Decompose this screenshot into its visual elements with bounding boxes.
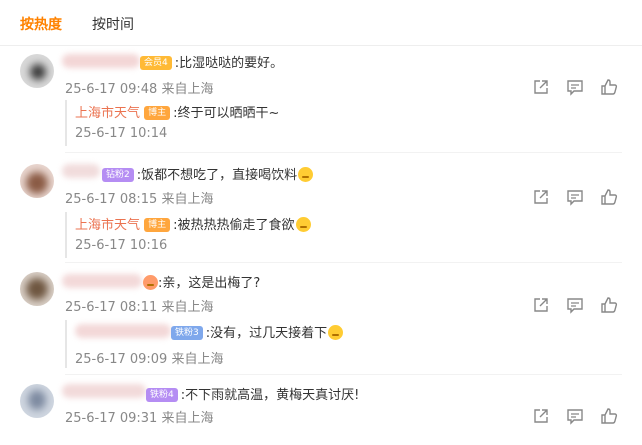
avatar[interactable] [20,54,54,88]
comment-meta: 25-6-17 08:11 来自上海 [65,300,214,315]
comment-text: :比湿哒哒的要好。 [174,56,284,71]
share-icon[interactable] [532,407,550,425]
masked-username [62,164,100,178]
reply-text-line: 上海市天气 博主:终于可以晒晒干~ [75,102,279,121]
reply-username[interactable]: 上海市天气 [75,218,140,233]
comment-icon[interactable] [566,296,584,314]
comment-icon[interactable] [566,407,584,425]
comment-actions [532,407,622,425]
fan-badge: 铁粉3 [171,326,203,340]
comment-item: :亲，这是出梅了? 25-6-17 08:11 来自上海 铁粉3:没有，过几天接… [0,268,642,374]
sad-emoji-icon [295,217,311,232]
comment-icon[interactable] [566,78,584,96]
sweat-emoji-icon [298,167,314,182]
fan-badge: 会员4 [140,56,172,70]
comment-meta: 25-6-17 08:15 来自上海 [65,192,214,207]
comment-text-line: 铁粉4:不下雨就高温，黄梅天真讨厌! [146,384,359,403]
masked-reply-username [75,324,171,338]
comment-text: :饭都不想吃了，直接喝饮料 [136,168,298,183]
thumbs-up-icon[interactable] [600,78,618,96]
fan-badge: 铁粉4 [146,388,178,402]
reply-meta: 25-6-17 10:14 [75,126,168,141]
reply-text: :被热热热偷走了食欲 [173,218,295,233]
reply-text: :没有，过几天接着下 [205,326,328,341]
tab-by-time[interactable]: 按时间 [92,14,134,34]
thumbs-up-icon[interactable] [600,188,618,206]
comment-meta: 25-6-17 09:31 来自上海 [65,411,214,426]
comment-text: :不下雨就高温，黄梅天真讨厌! [180,388,360,403]
blogger-badge: 博主 [144,106,171,120]
tab-by-hot[interactable]: 按热度 [20,14,62,34]
comment-item: 钻粉2:饭都不想吃了，直接喝饮料 25-6-17 08:15 来自上海 上海市天… [0,158,642,258]
reply-meta: 25-6-17 09:09 来自上海 [75,352,224,367]
comment-text-line: 钻粉2:饭都不想吃了，直接喝饮料 [102,164,314,183]
share-icon[interactable] [532,78,550,96]
divider [65,374,622,375]
avatar[interactable] [20,272,54,306]
comment-icon[interactable] [566,188,584,206]
comment-text: :亲，这是出梅了? [158,276,261,291]
reply-meta: 25-6-17 10:16 [75,238,168,253]
avatar[interactable] [20,164,54,198]
heart-face-emoji-icon [143,275,158,290]
masked-username [62,384,146,398]
masked-username [62,274,142,288]
comment-text-line: :亲，这是出梅了? [142,272,260,291]
reply-box: 铁粉3:没有，过几天接着下 25-6-17 09:09 来自上海 [65,320,622,368]
share-icon[interactable] [532,188,550,206]
comment-actions [532,188,622,206]
blogger-badge: 博主 [144,218,171,232]
share-icon[interactable] [532,296,550,314]
fan-badge: 钻粉2 [102,168,134,182]
comment-actions [532,78,622,96]
laugh-cry-emoji-icon [328,325,344,340]
thumbs-up-icon[interactable] [600,296,618,314]
comment-item: 铁粉4:不下雨就高温，黄梅天真讨厌! 25-6-17 09:31 来自上海 [0,380,642,442]
reply-text-line: 上海市天气 博主:被热热热偷走了食欲 [75,214,311,233]
avatar[interactable] [20,384,54,418]
reply-box: 上海市天气 博主:被热热热偷走了食欲 25-6-17 10:16 [65,212,622,258]
comment-meta: 25-6-17 09:48 来自上海 [65,82,214,97]
thumbs-up-icon[interactable] [600,407,618,425]
masked-username [62,54,140,68]
reply-text-line: 铁粉3:没有，过几天接着下 [171,322,344,341]
reply-text: :终于可以晒晒干~ [173,106,280,121]
comment-actions [532,296,622,314]
reply-username[interactable]: 上海市天气 [75,106,140,121]
divider [65,262,622,263]
divider [65,152,622,153]
sort-tabs: 按热度 按时间 [0,0,642,46]
reply-box: 上海市天气 博主:终于可以晒晒干~ 25-6-17 10:14 [65,100,622,146]
comment-item: 会员4:比湿哒哒的要好。 25-6-17 09:48 来自上海 上海市天气 博主… [0,50,642,150]
comment-text-line: 会员4:比湿哒哒的要好。 [140,52,283,71]
